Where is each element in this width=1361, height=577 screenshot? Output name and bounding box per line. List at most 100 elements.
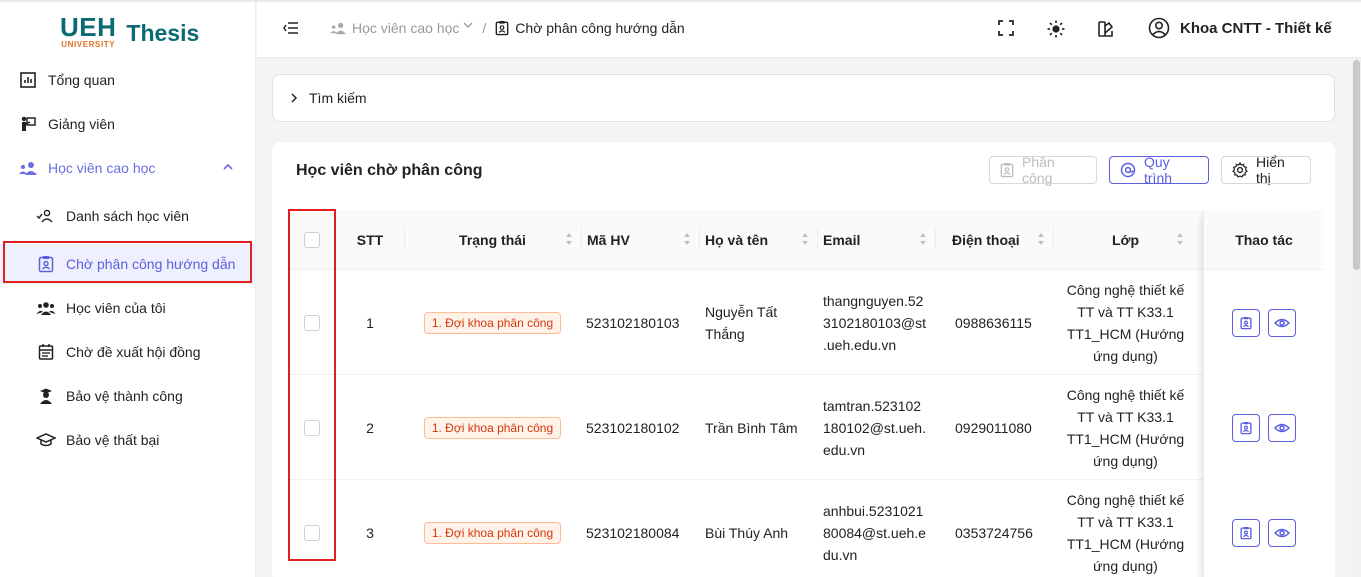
email-line: thangnguyen.52 (823, 292, 924, 309)
menu-collapse-icon[interactable] (283, 20, 299, 39)
user-circle-icon (1148, 17, 1170, 39)
assign-button[interactable]: Phân công (989, 154, 1097, 186)
table-row[interactable]: 1 1. Đợi khoa phân công 523102180103 Ngu… (288, 270, 1323, 375)
select-all-checkbox[interactable] (304, 232, 320, 248)
email-cell: anhbui.5231021 80084@st.ueh.e du.vn (817, 480, 935, 577)
status-badge: 1. Đợi khoa phân công (423, 311, 562, 334)
sort-icon[interactable] (683, 232, 691, 249)
class-line: TT và TT K33.1 (1077, 408, 1174, 425)
users-icon (36, 298, 56, 318)
table-row[interactable]: 3 1. Đợi khoa phân công 523102180084 Bùi… (288, 480, 1323, 577)
card-title: Học viên chờ phân công (296, 162, 483, 179)
logo-main-text: UEH (60, 11, 117, 42)
column-header-status[interactable]: Trạng thái (404, 210, 581, 270)
sidebar-item-defense-failed[interactable]: Bảo vệ thất bại (0, 420, 256, 460)
logo-product-text: Thesis (126, 19, 200, 46)
sun-icon[interactable] (1047, 20, 1065, 41)
row-checkbox[interactable] (304, 524, 320, 541)
name-line: Nguyễn Tất (705, 303, 778, 320)
display-button-label: Hiển thị (1256, 154, 1285, 186)
scrollbar-thumb[interactable] (1353, 60, 1360, 270)
email-line: edu.vn (823, 441, 866, 458)
sort-icon[interactable] (801, 232, 809, 249)
mortarboard-icon (36, 430, 56, 450)
column-header-class[interactable]: Lớp (1053, 210, 1198, 270)
fullscreen-icon[interactable] (998, 20, 1014, 39)
view-row-button[interactable] (1268, 518, 1296, 547)
email-line: 80084@st.ueh.e (823, 524, 926, 541)
display-settings-button[interactable]: Hiển thị (1221, 154, 1311, 186)
clipboard-user-icon (1240, 316, 1252, 330)
students-group-icon (329, 21, 347, 35)
logo-sub-text: UNIVERSITY (61, 39, 116, 49)
user-name: Khoa CNTT - Thiết kế (1180, 19, 1332, 37)
sort-icon[interactable] (1176, 232, 1184, 249)
name-cell: Nguyễn Tất Thắng (699, 270, 817, 375)
eye-icon (1274, 527, 1290, 539)
status-badge: 1. Đợi khoa phân công (423, 416, 562, 439)
breadcrumb-parent[interactable]: Học viên cao học (329, 20, 473, 36)
class-line: Công nghệ thiết kế (1066, 281, 1185, 298)
sidebar: UEH UNIVERSITY Thesis Tổng quan Giảng vi… (0, 2, 256, 577)
chevron-right-icon (289, 92, 299, 104)
sidebar-item-my-students[interactable]: Học viên của tôi (0, 288, 256, 328)
status-cell: 1. Đợi khoa phân công (404, 375, 581, 480)
email-line: .ueh.edu.vn (823, 336, 897, 353)
sidebar-item-waiting-council[interactable]: Chờ đề xuất hội đồng (0, 332, 256, 372)
sidebar-item-label: Bảo vệ thành công (66, 388, 183, 404)
ueh-logo: UEH UNIVERSITY (60, 14, 116, 49)
code-cell: 523102180103 (586, 314, 680, 331)
row-checkbox[interactable] (304, 419, 320, 436)
email-line: anhbui.5231021 (823, 502, 924, 519)
app-logo[interactable]: UEH UNIVERSITY Thesis (60, 14, 200, 49)
teacher-icon (18, 114, 38, 134)
sort-icon[interactable] (919, 232, 927, 249)
sidebar-item-student-list[interactable]: Danh sách học viên (0, 196, 256, 236)
sidebar-item-lecturers[interactable]: Giảng viên (0, 104, 256, 144)
column-label: Trạng thái (459, 232, 526, 248)
sidebar-item-label: Chờ phân công hướng dẫn (66, 256, 236, 272)
sidebar-item-waiting-assignment[interactable]: Chờ phân công hướng dẫn (0, 244, 256, 284)
stt-cell: 3 (366, 524, 374, 541)
process-button[interactable]: Quy trình (1109, 154, 1209, 186)
process-button-label: Quy trình (1144, 154, 1173, 186)
column-header-name[interactable]: Họ và tên (699, 210, 817, 270)
page-scrollbar[interactable] (1352, 58, 1361, 577)
column-header-code[interactable]: Mã HV (581, 210, 699, 270)
breadcrumb: Học viên cao học / Chờ phân công hướng d… (329, 20, 685, 36)
column-label: Điện thoại (952, 232, 1020, 248)
class-line: ứng dụng) (1093, 452, 1158, 469)
sort-icon[interactable] (565, 232, 573, 249)
email-line: 3102180103@st (823, 314, 926, 331)
sidebar-item-defense-success[interactable]: Bảo vệ thành công (0, 376, 256, 416)
view-row-button[interactable] (1268, 413, 1296, 442)
column-label: STT (356, 232, 384, 248)
view-row-button[interactable] (1268, 308, 1296, 337)
email-cell: tamtran.523102 180102@st.ueh. edu.vn (817, 375, 935, 480)
sidebar-item-grad-students[interactable]: Học viên cao học (0, 148, 256, 188)
row-checkbox[interactable] (304, 314, 320, 331)
theme-palette-icon[interactable] (1097, 20, 1115, 41)
sort-icon[interactable] (1037, 232, 1045, 249)
class-line: TT1_HCM (Hướng (1066, 325, 1185, 342)
breadcrumb-separator: / (482, 20, 487, 36)
email-cell: thangnguyen.52 3102180103@st .ueh.edu.vn (817, 270, 935, 375)
actions-cell (1204, 480, 1324, 577)
search-collapse[interactable]: Tìm kiếm (272, 74, 1335, 122)
eye-icon (1274, 422, 1290, 434)
assign-row-button[interactable] (1232, 518, 1260, 547)
chevron-down-icon[interactable] (463, 21, 473, 29)
column-header-phone[interactable]: Điện thoại (935, 210, 1053, 270)
select-all-header (288, 210, 336, 270)
sidebar-item-overview[interactable]: Tổng quan (0, 60, 256, 100)
code-cell: 523102180102 (586, 419, 680, 436)
assign-row-button[interactable] (1232, 413, 1260, 442)
column-header-email[interactable]: Email (817, 210, 935, 270)
search-collapse-label: Tìm kiếm (309, 90, 367, 106)
table-row[interactable]: 2 1. Đợi khoa phân công 523102180102 Trầ… (288, 375, 1323, 480)
class-line: TT và TT K33.1 (1077, 513, 1174, 530)
stt-cell: 2 (366, 419, 374, 436)
user-menu[interactable]: Khoa CNTT - Thiết kế (1148, 17, 1332, 39)
assign-row-button[interactable] (1232, 308, 1260, 337)
chart-icon (18, 70, 38, 90)
